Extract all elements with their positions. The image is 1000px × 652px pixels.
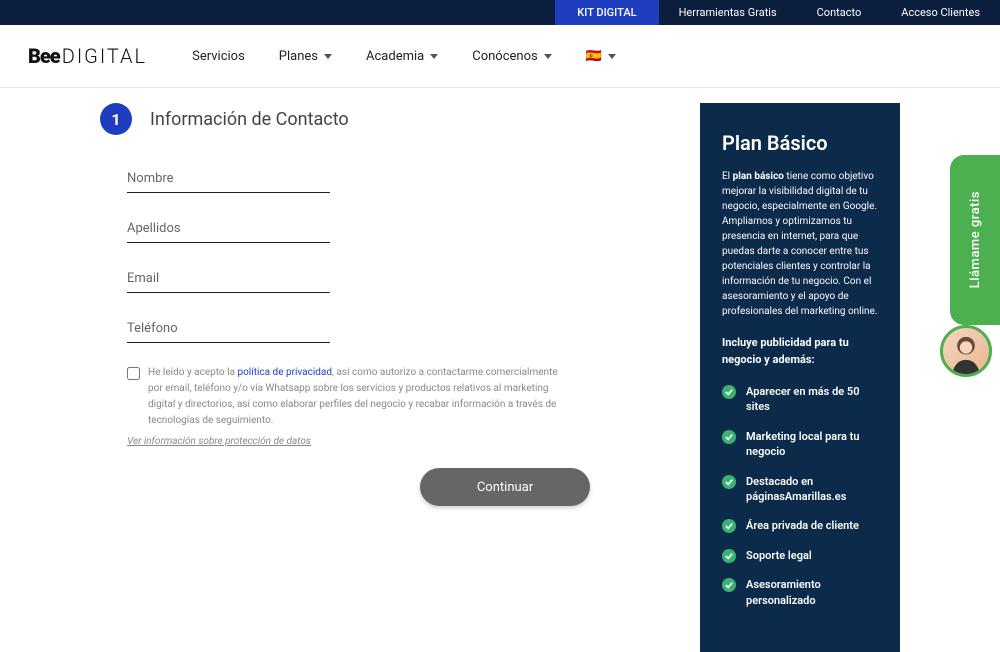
step-badge: 1 [100,103,132,135]
plan-title: Plan Básico [722,131,878,155]
legal-text: He leído y acepto la política de privaci… [148,365,570,429]
call-me-label: Llámame gratis [968,191,983,288]
person-icon [943,325,989,377]
check-icon [722,549,736,563]
avatar[interactable] [940,325,992,377]
privacy-policy-link[interactable]: política de privacidad [237,367,332,378]
form-fields [100,165,330,343]
nav-language[interactable]: 🇪🇸 [586,49,616,64]
check-icon [722,475,736,489]
form-column: 1 Información de Contacto He leído y ace… [0,103,700,506]
nav-items: Servicios Planes Academia Conócenos 🇪🇸 [192,49,616,64]
step-header: 1 Información de Contacto [100,103,700,135]
feature-item: Soporte legal [722,548,878,563]
check-icon [722,430,736,444]
apellidos-field[interactable] [127,215,330,243]
logo-digital: DIGITAL [62,44,147,68]
top-bar: KIT DIGITAL Herramientas Gratis Contacto… [0,0,1000,25]
feature-item: Aparecer en más de 50 sites [722,384,878,415]
check-icon [722,385,736,399]
nav-conocenos[interactable]: Conócenos [472,49,551,64]
nav-academia[interactable]: Academia [366,49,438,64]
nav-planes[interactable]: Planes [279,49,332,64]
herramientas-link[interactable]: Herramientas Gratis [659,6,797,19]
content: 1 Información de Contacto He leído y ace… [0,88,1000,506]
main-nav: Bee DIGITAL Servicios Planes Academia Co… [0,25,1000,88]
check-icon [722,578,736,592]
feature-item: Marketing local para tu negocio [722,429,878,460]
privacy-checkbox[interactable] [127,367,140,380]
plan-sidebar: Plan Básico El plan básico tiene como ob… [700,103,900,652]
step-title: Información de Contacto [150,109,349,130]
check-icon [722,519,736,533]
chevron-down-icon [544,54,552,59]
chevron-down-icon [608,54,616,59]
nombre-field[interactable] [127,165,330,193]
logo[interactable]: Bee DIGITAL [28,44,147,68]
plan-description: El plan básico tiene como objetivo mejor… [722,169,878,319]
call-me-tab[interactable]: Llámame gratis [950,155,1000,325]
email-field[interactable] [127,265,330,293]
feature-item: Asesoramiento personalizado [722,577,878,608]
feature-item: Área privada de cliente [722,518,878,533]
logo-bee: Bee [28,44,60,68]
kit-digital-link[interactable]: KIT DIGITAL [555,0,658,25]
chevron-down-icon [430,54,438,59]
data-protection-info-link[interactable]: Ver información sobre protección de dato… [127,436,311,447]
legal-block: He leído y acepto la política de privaci… [100,365,570,448]
chevron-down-icon [324,54,332,59]
nav-servicios[interactable]: Servicios [192,49,245,64]
continue-button[interactable]: Continuar [420,468,590,506]
acceso-clientes-link[interactable]: Acceso Clientes [881,6,1000,19]
feature-item: Destacado en páginasAmarillas.es [722,474,878,505]
telefono-field[interactable] [127,315,330,343]
plan-subhead: Incluye publicidad para tu negocio y ade… [722,335,878,368]
contacto-link[interactable]: Contacto [797,6,882,19]
